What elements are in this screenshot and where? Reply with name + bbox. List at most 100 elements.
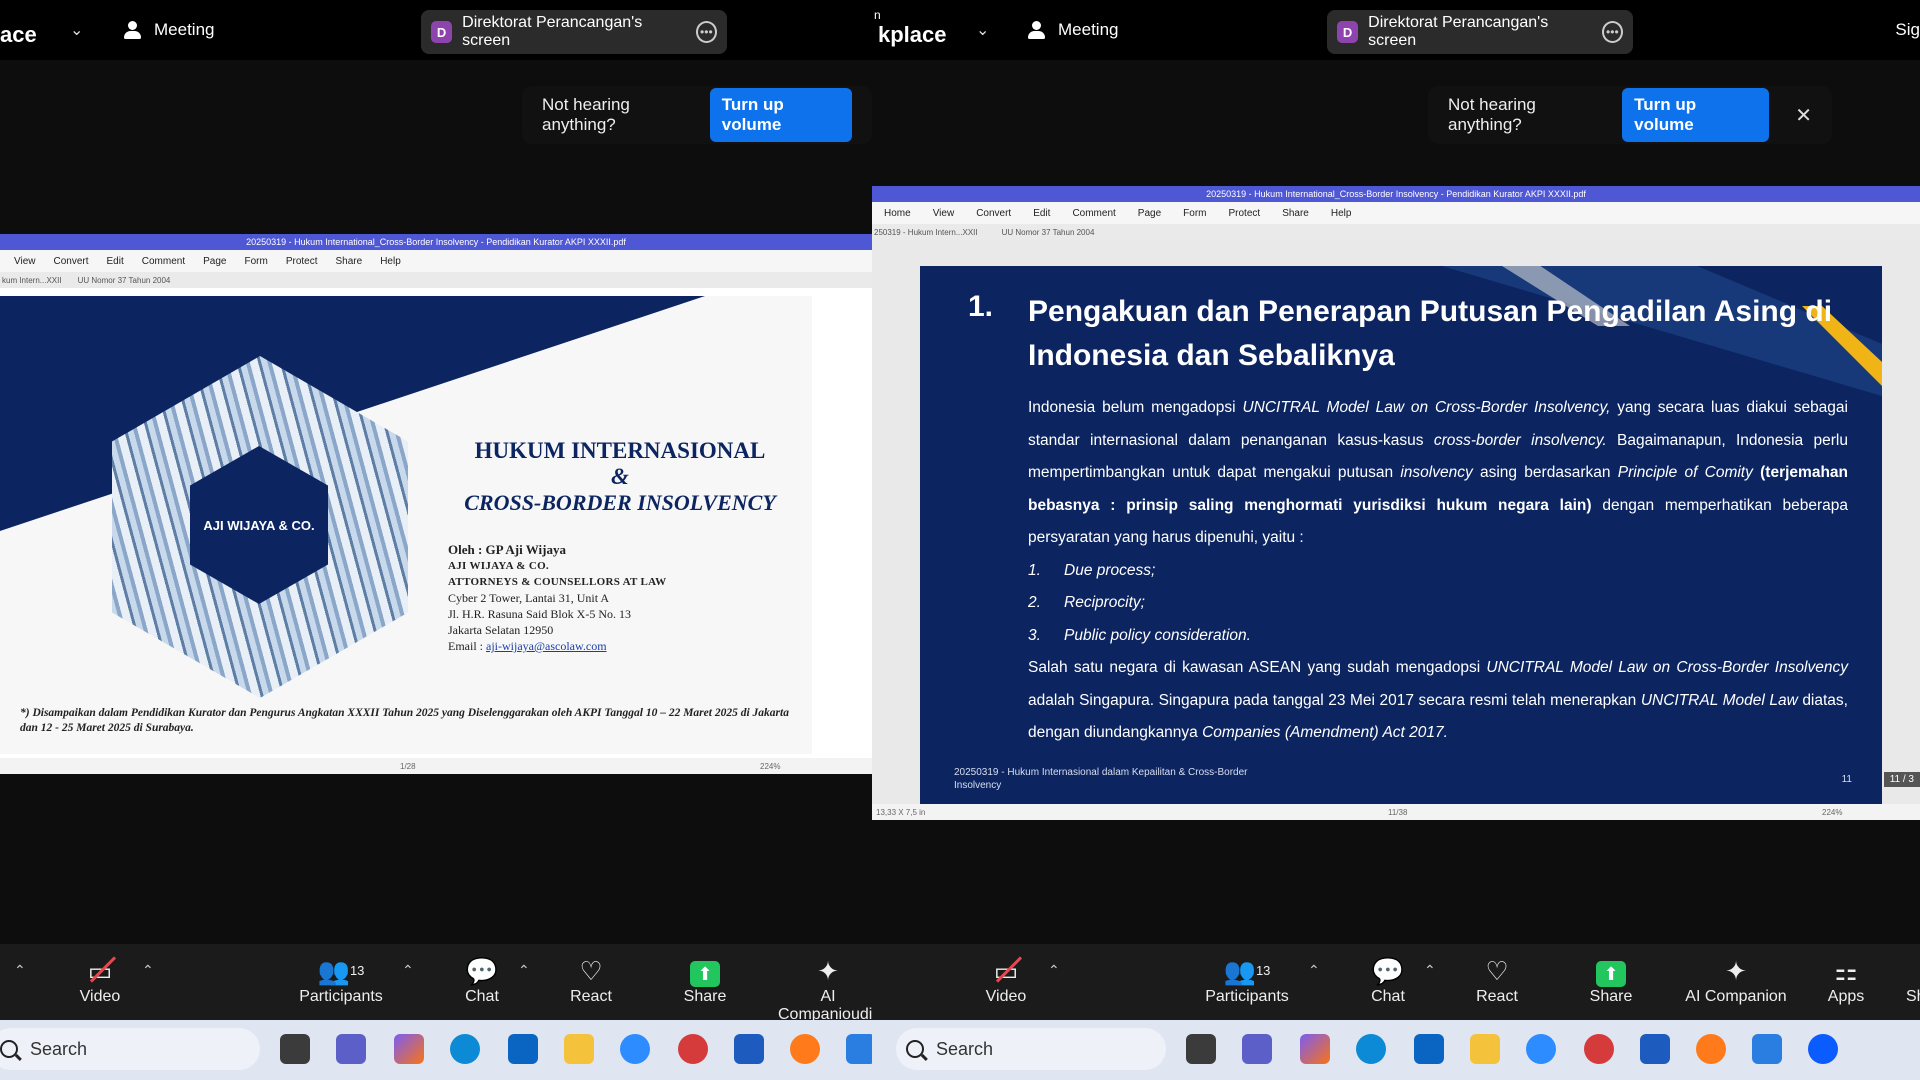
title-line-1: HUKUM INTERNASIONAL <box>474 438 766 463</box>
page-indicator[interactable]: 11/38 <box>1388 808 1407 817</box>
task-view-icon[interactable] <box>1186 1034 1216 1064</box>
apps-button[interactable]: ⚏ Apps <box>1826 954 1866 1006</box>
caret-up-icon[interactable]: ⌃ <box>14 962 26 979</box>
pdf-tab[interactable]: kum Intern...XXII <box>2 276 62 285</box>
turn-up-volume-button[interactable]: Turn up volume <box>1622 88 1770 142</box>
participants-button[interactable]: 👥13 Participants <box>296 954 386 1006</box>
participants-label: Participants <box>299 988 383 1005</box>
firefox-icon[interactable] <box>1696 1034 1726 1064</box>
pdf-status-bar: 13,33 X 7,5 in 11/38 224% <box>872 804 1920 820</box>
file-explorer-icon[interactable] <box>1470 1034 1500 1064</box>
taskbar-search[interactable]: Search <box>0 1028 260 1070</box>
edge-icon[interactable] <box>1356 1034 1386 1064</box>
menu-view[interactable]: View <box>933 208 955 219</box>
meeting-button[interactable]: Meeting <box>122 20 214 40</box>
pdf-tab[interactable]: 250319 - Hukum Intern...XXII <box>874 228 978 237</box>
page-indicator[interactable]: 1/28 <box>400 762 416 771</box>
menu-page[interactable]: Page <box>203 256 226 267</box>
caret-up-icon[interactable]: ⌃ <box>1424 962 1436 979</box>
file-explorer-icon[interactable] <box>564 1034 594 1064</box>
ai-companion-button[interactable]: ✦ AI Companion <box>1684 954 1788 1006</box>
teams-icon[interactable] <box>1242 1034 1272 1064</box>
close-icon[interactable]: ✕ <box>1795 103 1812 128</box>
menu-share[interactable]: Share <box>1282 208 1309 219</box>
screen-share-indicator[interactable]: D Direktorat Perancangan's screen ••• <box>1327 10 1633 54</box>
menu-view[interactable]: View <box>14 256 36 267</box>
menu-help[interactable]: Help <box>380 256 401 267</box>
more-options-icon[interactable]: ••• <box>695 21 718 43</box>
menu-edit[interactable]: Edit <box>1033 208 1050 219</box>
word-icon[interactable] <box>1640 1034 1670 1064</box>
react-button[interactable]: ♡ React <box>570 954 612 1006</box>
outlook-icon[interactable] <box>1414 1034 1444 1064</box>
notepad-icon[interactable] <box>846 1034 872 1064</box>
word-icon[interactable] <box>734 1034 764 1064</box>
menu-page[interactable]: Page <box>1138 208 1161 219</box>
messenger-icon[interactable] <box>1526 1034 1556 1064</box>
teams-icon[interactable] <box>336 1034 366 1064</box>
menu-comment[interactable]: Comment <box>142 256 185 267</box>
share-button[interactable]: ⬆ Share <box>682 954 728 1006</box>
list-item: 2. Reciprocity; <box>1028 587 1848 620</box>
pdf-tab[interactable]: UU Nomor 37 Tahun 2004 <box>1002 228 1095 237</box>
copilot-icon[interactable] <box>1300 1034 1330 1064</box>
zoom-level[interactable]: 224% <box>1822 808 1842 817</box>
ai-label: AI Companio <box>778 988 851 1020</box>
caret-up-icon[interactable]: ⌃ <box>402 962 414 979</box>
zoom-level[interactable]: 224% <box>760 762 780 771</box>
zoom-app-icon[interactable] <box>1808 1034 1838 1064</box>
menu-help[interactable]: Help <box>1331 208 1352 219</box>
menu-protect[interactable]: Protect <box>286 256 318 267</box>
messenger-icon[interactable] <box>620 1034 650 1064</box>
menu-convert[interactable]: Convert <box>54 256 89 267</box>
screen-share-indicator[interactable]: D Direktorat Perancangan's screen ••• <box>421 10 727 54</box>
video-button[interactable]: ▭ Video <box>78 954 122 1006</box>
taskbar-search[interactable]: Search <box>896 1028 1166 1070</box>
menu-comment[interactable]: Comment <box>1072 208 1115 219</box>
menu-convert[interactable]: Convert <box>976 208 1011 219</box>
app-title-fragment: n <box>874 8 881 22</box>
edge-icon[interactable] <box>450 1034 480 1064</box>
more-options-icon[interactable]: ••• <box>1601 21 1624 43</box>
menu-protect[interactable]: Protect <box>1229 208 1261 219</box>
caret-up-icon[interactable]: ⌃ <box>518 962 530 979</box>
slide-cover: AJI WIJAYA & CO. HUKUM INTERNASIONAL & C… <box>0 296 812 754</box>
react-button[interactable]: ♡ React <box>1476 954 1518 1006</box>
video-button[interactable]: ▭ Video <box>984 954 1028 1006</box>
menu-form[interactable]: Form <box>244 256 267 267</box>
participants-button[interactable]: 👥13 Participants <box>1202 954 1292 1006</box>
address-line: Cyber 2 Tower, Lantai 31, Unit A <box>448 591 610 605</box>
caret-up-icon[interactable]: ⌃ <box>142 962 154 979</box>
notepad-icon[interactable] <box>1752 1034 1782 1064</box>
meeting-button[interactable]: Meeting <box>1026 20 1118 40</box>
pdf-title-bar: 20250319 - Hukum International_Cross-Bor… <box>0 234 872 250</box>
pdf-app-icon[interactable] <box>678 1034 708 1064</box>
share-fragment[interactable]: Sh <box>1906 954 1920 1006</box>
share-button[interactable]: ⬆ Share <box>1588 954 1634 1006</box>
caret-up-icon[interactable]: ⌃ <box>1048 962 1060 979</box>
menu-form[interactable]: Form <box>1183 208 1206 219</box>
chat-button[interactable]: 💬 Chat <box>1368 954 1408 1006</box>
email-link[interactable]: aji-wijaya@ascolaw.com <box>486 639 607 653</box>
copilot-icon[interactable] <box>394 1034 424 1064</box>
task-view-icon[interactable] <box>280 1034 310 1064</box>
pdf-viewer-window: 20250319 - Hukum International_Cross-Bor… <box>872 186 1920 820</box>
text: Principle of Comity <box>1617 464 1753 481</box>
outlook-icon[interactable] <box>508 1034 538 1064</box>
menu-home[interactable]: Home <box>884 208 911 219</box>
menu-edit[interactable]: Edit <box>107 256 124 267</box>
text: Salah satu negara di kawasan ASEAN yang … <box>1028 659 1487 676</box>
turn-up-volume-button[interactable]: Turn up volume <box>709 88 852 142</box>
ai-companion-button[interactable]: ✦ AI Companioudio <box>778 954 872 1020</box>
menu-share[interactable]: Share <box>336 256 363 267</box>
caret-up-icon[interactable]: ⌃ <box>1308 962 1320 979</box>
chat-button[interactable]: 💬 Chat <box>462 954 502 1006</box>
pdf-app-icon[interactable] <box>1584 1034 1614 1064</box>
title-line-3: CROSS-BORDER INSOLVENCY <box>464 490 776 515</box>
chevron-down-icon[interactable]: ⌄ <box>976 20 989 40</box>
slide-footer: 20250319 - Hukum Internasional dalam Kep… <box>954 767 1248 791</box>
pdf-tab[interactable]: UU Nomor 37 Tahun 2004 <box>78 276 171 285</box>
firefox-icon[interactable] <box>790 1034 820 1064</box>
chevron-down-icon[interactable]: ⌄ <box>70 20 83 40</box>
sign-in-fragment[interactable]: Sig <box>1895 20 1920 40</box>
